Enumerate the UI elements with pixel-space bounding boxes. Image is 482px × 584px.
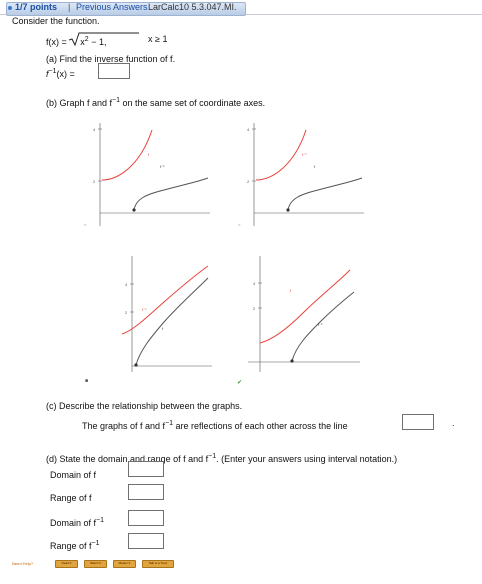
function-lhs: f(x) = <box>46 37 67 47</box>
inverse-sup: −1 <box>48 68 57 75</box>
endpoint <box>132 208 136 212</box>
sqrt-expression: x2 − 1, <box>69 32 140 48</box>
watch-it-label: Watch It <box>90 561 101 565</box>
range-f-inverse-input[interactable] <box>128 533 164 549</box>
graph-option-2[interactable]: 4 2 f⁻¹ f ○ <box>236 118 376 238</box>
red-curve <box>101 129 153 181</box>
domain-f-inverse-input[interactable] <box>128 510 164 526</box>
need-help-label: Need Help? <box>12 561 34 566</box>
watch-it-button[interactable]: Watch It <box>84 560 107 568</box>
radio-option-2[interactable]: ○ <box>238 222 241 227</box>
inverse-rest: (x) = <box>56 69 75 79</box>
radio-option-4[interactable]: ✔ <box>237 379 242 386</box>
part-c-prompt: (c) Describe the relationship between th… <box>46 401 243 411</box>
graph-option-3[interactable]: 4 2 f⁻¹ f ■ <box>82 248 222 388</box>
tick-label-2: 2 <box>253 306 256 311</box>
domain-f-label: Domain of f <box>50 467 96 481</box>
curve-label-gray: f <box>162 326 164 331</box>
radio-option-1[interactable]: ○ <box>84 222 87 227</box>
tick-label-4: 4 <box>247 127 250 132</box>
sqrt-icon <box>69 32 140 46</box>
tick-label-2: 2 <box>125 310 128 315</box>
problem-code: LarCalc10 5.3.047.MI. <box>148 2 237 12</box>
inverse-function-input[interactable] <box>98 63 130 79</box>
part-c-pre: The graphs of f and f <box>82 421 166 431</box>
part-c-end: . <box>452 418 455 428</box>
part-a-label: f−1(x) = <box>46 66 75 80</box>
red-curve <box>121 265 209 335</box>
gray-curve <box>291 291 355 362</box>
tick-label-4: 4 <box>93 127 96 132</box>
range-f-input[interactable] <box>128 484 164 500</box>
part-c-sup: −1 <box>165 420 174 427</box>
endpoint <box>286 208 290 212</box>
master-it-button[interactable]: Master It <box>113 560 136 568</box>
range-f-label: Range of f <box>50 490 92 504</box>
curve-label-gray: f⁻¹ <box>160 164 165 169</box>
curve-label-gray: f <box>314 164 316 169</box>
part-c-post: are reflections of each other across the… <box>173 421 348 431</box>
part-b-sup: −1 <box>112 97 121 104</box>
curve-label-red: f⁻¹ <box>302 152 307 157</box>
curve-label-red: f <box>148 152 150 157</box>
field-sup: −1 <box>96 517 105 524</box>
expand-icon[interactable] <box>8 6 12 10</box>
part-b-prompt: (b) Graph f and f−1 on the same set of c… <box>46 95 265 109</box>
range-f-inverse-label: Range of f−1 <box>50 538 100 552</box>
field-label: Domain of f <box>50 470 97 480</box>
tick-label-2: 2 <box>247 179 250 184</box>
part-c-sentence: The graphs of f and f−1 are reflections … <box>82 418 348 432</box>
domain-f-input[interactable] <box>128 461 164 477</box>
intro-text: Consider the function. <box>12 16 100 26</box>
curve-label-red: f <box>290 288 292 293</box>
part-d-prompt: (d) State the domain and range of f and … <box>46 451 397 465</box>
part-b-pre: (b) Graph f and f <box>46 98 113 108</box>
graph-option-4[interactable]: 4 2 f f⁻¹ ✔ <box>236 248 376 388</box>
field-label: Range of f <box>50 541 92 551</box>
graph-option-1[interactable]: 4 2 f f⁻¹ ○ <box>82 118 222 238</box>
gray-curve <box>135 277 209 366</box>
talk-to-tutor-label: Talk to a Tutor <box>148 561 168 565</box>
read-it-button[interactable]: Read It <box>55 560 78 568</box>
gray-curve <box>133 177 209 211</box>
tick-label-4: 4 <box>125 282 128 287</box>
function-domain: x ≥ 1 <box>148 34 168 44</box>
endpoint <box>134 363 138 367</box>
part-b-post: on the same set of coordinate axes. <box>120 98 266 108</box>
function-definition: f(x) = x2 − 1, <box>46 32 140 48</box>
reflection-line-input[interactable] <box>402 414 434 430</box>
gray-curve <box>287 177 363 211</box>
part-d-post: . (Enter your answers using interval not… <box>216 454 398 464</box>
header-separator: | <box>68 2 71 12</box>
tick-label-4: 4 <box>253 281 256 286</box>
curve-label-gray: f⁻¹ <box>318 322 323 327</box>
tick-label-2: 2 <box>93 179 96 184</box>
curve-label-red: f⁻¹ <box>142 307 147 312</box>
read-it-label: Read It <box>61 561 72 565</box>
previous-answers-link[interactable]: Previous Answers <box>76 2 148 13</box>
field-label: Range of f <box>50 493 92 503</box>
radio-option-3[interactable]: ■ <box>85 378 88 384</box>
domain-f-inverse-label: Domain of f−1 <box>50 515 104 529</box>
red-curve <box>255 129 307 181</box>
field-sup: −1 <box>91 540 100 547</box>
points-label: 1/7 points <box>15 2 58 12</box>
master-it-label: Master It <box>118 561 131 565</box>
endpoint <box>290 359 294 363</box>
talk-to-tutor-button[interactable]: Talk to a Tutor <box>142 560 174 568</box>
field-label: Domain of f <box>50 518 97 528</box>
part-d-sup: −1 <box>208 453 217 460</box>
